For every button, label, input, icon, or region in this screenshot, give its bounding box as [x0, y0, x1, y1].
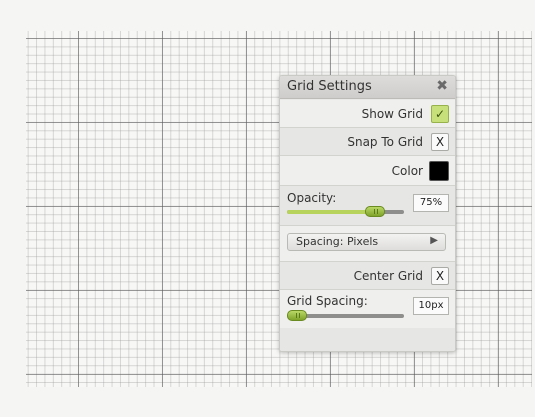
- opacity-row: Opacity: 75%: [280, 186, 455, 226]
- show-grid-label: Show Grid: [361, 107, 423, 121]
- grid-spacing-slider-thumb[interactable]: [287, 310, 307, 321]
- grid-spacing-label: Grid Spacing:: [287, 294, 368, 308]
- center-grid-checkbox[interactable]: X: [431, 267, 449, 285]
- spacing-dropdown-label: Spacing: Pixels: [296, 235, 379, 248]
- center-grid-label: Center Grid: [353, 269, 423, 283]
- grid-spacing-slider-track[interactable]: [287, 310, 404, 321]
- opacity-label: Opacity:: [287, 191, 337, 205]
- show-grid-checkbox[interactable]: ✓: [431, 105, 449, 123]
- color-swatch[interactable]: [429, 161, 449, 181]
- color-row: Color: [280, 156, 455, 186]
- panel-footer: [280, 328, 455, 351]
- snap-to-grid-label: Snap To Grid: [347, 135, 423, 149]
- opacity-slider-thumb[interactable]: [365, 206, 385, 217]
- spacing-select-row: Spacing: Pixels ▶: [280, 226, 455, 262]
- play-arrow-icon: ▶: [430, 235, 438, 246]
- close-icon[interactable]: ✖: [436, 78, 448, 94]
- panel-header[interactable]: Grid Settings ✖: [280, 76, 455, 99]
- snap-to-grid-row: Snap To Grid X: [280, 128, 455, 156]
- opacity-value-input[interactable]: 75%: [413, 194, 449, 212]
- grid-settings-panel: Grid Settings ✖ Show Grid ✓ Snap To Grid…: [279, 75, 456, 352]
- snap-to-grid-checkbox[interactable]: X: [431, 133, 449, 151]
- opacity-slider-fill: [287, 210, 375, 214]
- color-label: Color: [391, 164, 423, 178]
- center-grid-row: Center Grid X: [280, 262, 455, 290]
- spacing-dropdown[interactable]: Spacing: Pixels ▶: [287, 233, 446, 251]
- grid-spacing-row: Grid Spacing: 10px: [280, 290, 455, 328]
- show-grid-row: Show Grid ✓: [280, 100, 455, 128]
- opacity-slider-track[interactable]: [287, 206, 404, 217]
- panel-title: Grid Settings: [287, 79, 372, 94]
- grid-spacing-value-input[interactable]: 10px: [413, 297, 449, 315]
